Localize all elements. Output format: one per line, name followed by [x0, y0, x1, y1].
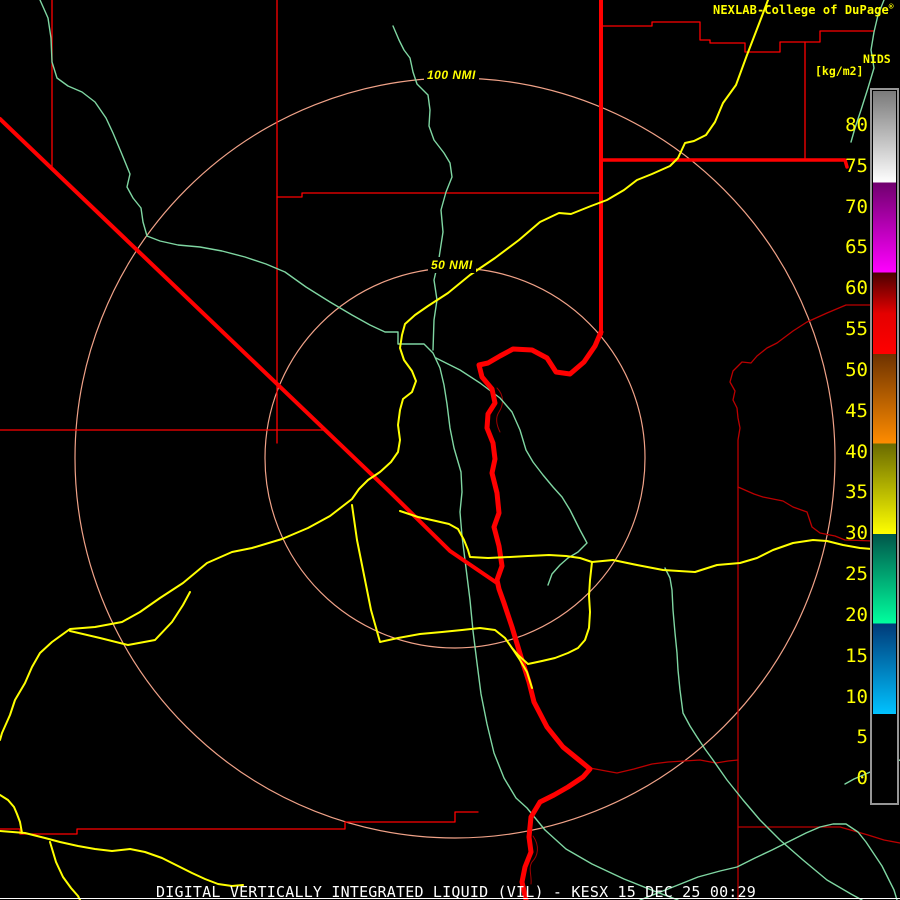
colorbar-tick-label: 50	[845, 358, 868, 381]
river-braid	[496, 387, 503, 433]
colorbar-tick-label: 75	[845, 154, 868, 177]
colorbar-units: [kg/m2]	[815, 64, 864, 78]
highway	[351, 504, 533, 689]
highway	[0, 794, 23, 834]
colorbar-tick-label: 55	[845, 318, 868, 341]
colorbar-gradient	[873, 91, 896, 802]
colorbar-tick-label: 70	[845, 195, 868, 218]
highway	[49, 841, 81, 900]
bottom-edge-line	[0, 898, 900, 899]
site-brand-text: NEXLAB-College of DuPage	[713, 3, 889, 17]
county-border	[0, 811, 479, 835]
radar-map	[0, 0, 900, 900]
colorbar-tick-label: 35	[845, 481, 868, 504]
county-border-dark	[737, 826, 900, 844]
county-border	[276, 192, 602, 198]
range-ring-50nmi	[264, 267, 646, 649]
highway	[511, 561, 593, 665]
radar-display: NEXLAB-College of DuPage® NIDS [kg/m2] 1…	[0, 0, 900, 900]
river	[435, 357, 588, 586]
county-border	[600, 21, 875, 53]
colorbar-tick-label: 25	[845, 563, 868, 586]
colorbar-tick-label: 0	[856, 767, 868, 790]
colorbar-tick-label: 80	[845, 114, 868, 136]
highway	[0, 830, 244, 887]
site-brand: NEXLAB-College of DuPage®	[713, 2, 894, 17]
colorbar-tick-label: 30	[845, 522, 868, 545]
colorbar-tick-label: 45	[845, 399, 868, 422]
colorbar-tick-label: 20	[845, 603, 868, 626]
colorbar-tick-label: 5	[856, 726, 868, 749]
registered-mark: ®	[888, 2, 894, 11]
range-ring-label-50nmi: 50 NMI	[428, 257, 476, 273]
colorbar-tick-label: 60	[845, 277, 868, 300]
colorbar-tick-label: 10	[845, 685, 868, 708]
range-ring-label-100nmi: 100 NMI	[424, 67, 479, 83]
state-border-diagonal	[0, 117, 499, 585]
colorbar-tick-label: 65	[845, 236, 868, 259]
colorbar-title: NIDS	[863, 52, 891, 66]
state-border-horizontal	[599, 158, 849, 169]
colorbar-tick-label: 40	[845, 440, 868, 463]
colorbar	[870, 88, 899, 805]
colorbar-tick-label: 15	[845, 644, 868, 667]
river-border-branch	[589, 759, 739, 774]
range-ring-100nmi	[74, 77, 836, 839]
